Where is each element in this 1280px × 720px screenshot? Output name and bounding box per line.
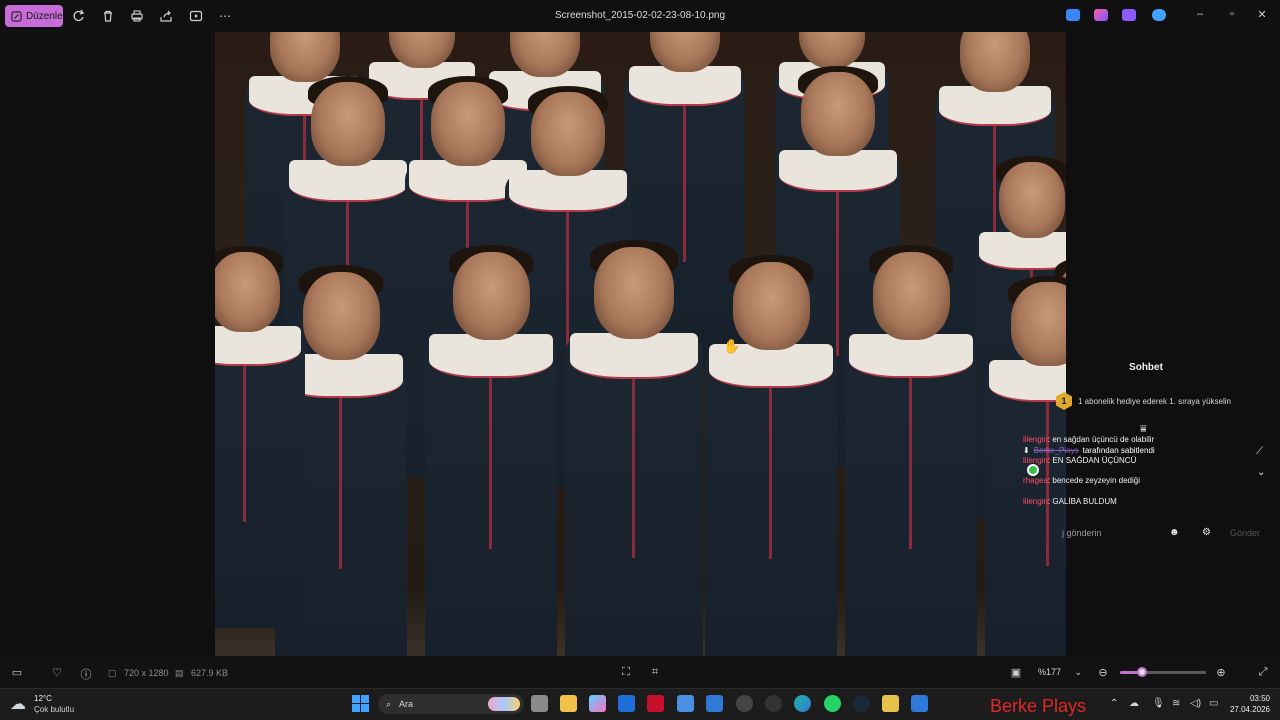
image-viewer[interactable] bbox=[0, 32, 1280, 656]
calendar-icon[interactable] bbox=[706, 695, 723, 712]
pinned-text: tarafından sabitlendi bbox=[1082, 446, 1155, 455]
chat-message: lilengin: GALİBA BULDUM bbox=[1023, 497, 1117, 506]
copilot-taskbar-icon[interactable] bbox=[589, 695, 606, 712]
zoom-slider[interactable] bbox=[1120, 667, 1206, 677]
steam-icon[interactable] bbox=[853, 695, 870, 712]
weather-desc: Çok bulutlu bbox=[34, 705, 75, 714]
pinned-by-user[interactable]: Berke_Plays bbox=[1034, 446, 1079, 455]
maximize-icon[interactable]: ▫ bbox=[1224, 8, 1240, 20]
zoom-out-icon[interactable]: ⊖ bbox=[1096, 666, 1110, 679]
whatsapp-icon[interactable] bbox=[824, 695, 841, 712]
fullscreen-icon[interactable]: ⤢ bbox=[1256, 666, 1270, 679]
edit-button[interactable]: Düzenle bbox=[5, 5, 63, 27]
more-icon[interactable]: ⋯ bbox=[217, 8, 233, 24]
chat-text: : bencede zeyzeyin dediği bbox=[1047, 476, 1140, 485]
brand-watermark: Berke Plays bbox=[990, 696, 1087, 716]
edge-icon[interactable] bbox=[794, 695, 811, 712]
file-size: 627.9 KB bbox=[191, 668, 229, 678]
gift-badge: 1 bbox=[1056, 392, 1072, 410]
user-avatar-icon bbox=[1027, 464, 1039, 476]
file-explorer-icon[interactable] bbox=[560, 695, 577, 712]
chevron-up-icon[interactable]: ⌃ bbox=[1110, 698, 1118, 709]
rotate-icon[interactable] bbox=[71, 8, 87, 24]
github-icon[interactable] bbox=[765, 695, 782, 712]
chat-text: : GALİBA BULDUM bbox=[1047, 497, 1117, 506]
app-icon-editor[interactable] bbox=[1066, 9, 1080, 21]
chat-message: lilengin: EN SAĞDAN ÜÇÜNCÜ bbox=[1023, 456, 1136, 465]
chat-text: : en sağdan üçüncü de olabilir bbox=[1047, 435, 1155, 444]
share-icon[interactable] bbox=[158, 8, 174, 24]
filmstrip-icon[interactable]: ▭ bbox=[10, 666, 24, 679]
fit-icon[interactable]: ⛶ bbox=[619, 666, 633, 679]
photos-icon[interactable] bbox=[911, 695, 928, 712]
actual-size-icon[interactable]: ▣ bbox=[1009, 666, 1023, 679]
chat-message: rhagea: bencede zeyzeyin dediği bbox=[1023, 476, 1140, 485]
delete-icon[interactable] bbox=[100, 8, 116, 24]
chat-username[interactable]: rhagea bbox=[1023, 476, 1048, 485]
gift-banner[interactable]: 1 1 abonelik hediye ederek 1. sıraya yük… bbox=[1056, 392, 1231, 410]
minimize-icon[interactable]: – bbox=[1192, 8, 1208, 20]
chat-username[interactable]: lilengin bbox=[1023, 497, 1048, 506]
search-label: Ara bbox=[399, 699, 414, 709]
zoom-in-icon[interactable]: ⊕ bbox=[1214, 666, 1228, 679]
chevron-down-icon: ⌄ bbox=[1074, 666, 1082, 677]
slideshow-icon[interactable] bbox=[188, 8, 204, 24]
weather-temp: 12°C bbox=[34, 694, 52, 703]
edit-icon bbox=[11, 10, 22, 22]
gift-text: 1 abonelik hediye ederek 1. sıraya yükse… bbox=[1078, 396, 1231, 406]
favorite-icon[interactable]: ♡ bbox=[50, 666, 64, 679]
chat-text: : EN SAĞDAN ÜÇÜNCÜ bbox=[1047, 456, 1137, 465]
battery-icon[interactable]: ▭ bbox=[1209, 698, 1218, 709]
search-icon: ⌕ bbox=[386, 698, 392, 709]
chat-input[interactable]: j gönderin bbox=[1062, 528, 1102, 538]
scan-icon[interactable]: ⌗ bbox=[648, 666, 662, 679]
hand-cursor-icon: ✋ bbox=[723, 338, 741, 354]
print-icon[interactable] bbox=[129, 8, 145, 24]
wifi-icon[interactable]: ≋ bbox=[1172, 698, 1180, 709]
image-dimensions: 720 x 1280 bbox=[124, 668, 169, 678]
volume-icon[interactable]: ◁) bbox=[1190, 698, 1201, 709]
copilot-icon[interactable] bbox=[1094, 9, 1108, 21]
outlook-icon[interactable] bbox=[618, 695, 635, 712]
send-button[interactable]: Gönder bbox=[1230, 528, 1260, 538]
search-highlight-icon bbox=[488, 697, 520, 711]
microphone-icon[interactable]: 🎙 bbox=[1152, 698, 1165, 709]
pinned-note: ⬇ Berke_Plays tarafından sabitlendi bbox=[1023, 446, 1155, 455]
cloud-icon[interactable]: ☁ bbox=[1129, 698, 1139, 709]
clipchamp-icon[interactable] bbox=[1122, 9, 1136, 21]
file-size-icon: ▤ bbox=[175, 668, 184, 678]
start-button[interactable] bbox=[352, 695, 369, 712]
snipping-icon[interactable] bbox=[736, 695, 753, 712]
zoom-dropdown[interactable]: %177 ⌄ bbox=[1032, 662, 1088, 682]
task-view-icon[interactable] bbox=[531, 695, 548, 712]
unpin-icon[interactable]: ⟋ bbox=[1256, 446, 1263, 457]
chat-title: Sohbet bbox=[1129, 362, 1163, 373]
taskbar bbox=[0, 688, 1280, 720]
store-icon[interactable] bbox=[677, 695, 694, 712]
taskbar-search[interactable]: ⌕ Ara bbox=[378, 694, 524, 714]
emoji-icon[interactable]: ☻ bbox=[1169, 527, 1180, 538]
onedrive-icon[interactable] bbox=[1152, 9, 1166, 21]
info-icon[interactable]: ⓘ bbox=[79, 666, 93, 682]
photo bbox=[215, 32, 1066, 656]
settings-icon[interactable]: ⚙ bbox=[1202, 527, 1211, 538]
chat-message: lilengin: en sağdan üçüncü de olabilir bbox=[1023, 435, 1154, 444]
clock-date[interactable]: 27.04.2026 bbox=[1228, 705, 1270, 714]
netflix-icon[interactable] bbox=[647, 695, 664, 712]
weather-cloud-icon[interactable]: ☁ bbox=[10, 694, 26, 714]
pin-small-icon: ⬇ bbox=[1023, 446, 1030, 455]
zoom-value: %177 bbox=[1038, 667, 1062, 677]
clock-time[interactable]: 03:50 bbox=[1240, 694, 1270, 703]
close-icon[interactable]: ✕ bbox=[1254, 8, 1270, 21]
chevron-down-icon[interactable]: ⌄ bbox=[1257, 467, 1265, 478]
chat-username[interactable]: lilengin bbox=[1023, 435, 1048, 444]
sticky-notes-icon[interactable] bbox=[882, 695, 899, 712]
edit-button-label: Düzenle bbox=[26, 10, 63, 22]
dimensions-icon: ▢ bbox=[108, 668, 117, 678]
